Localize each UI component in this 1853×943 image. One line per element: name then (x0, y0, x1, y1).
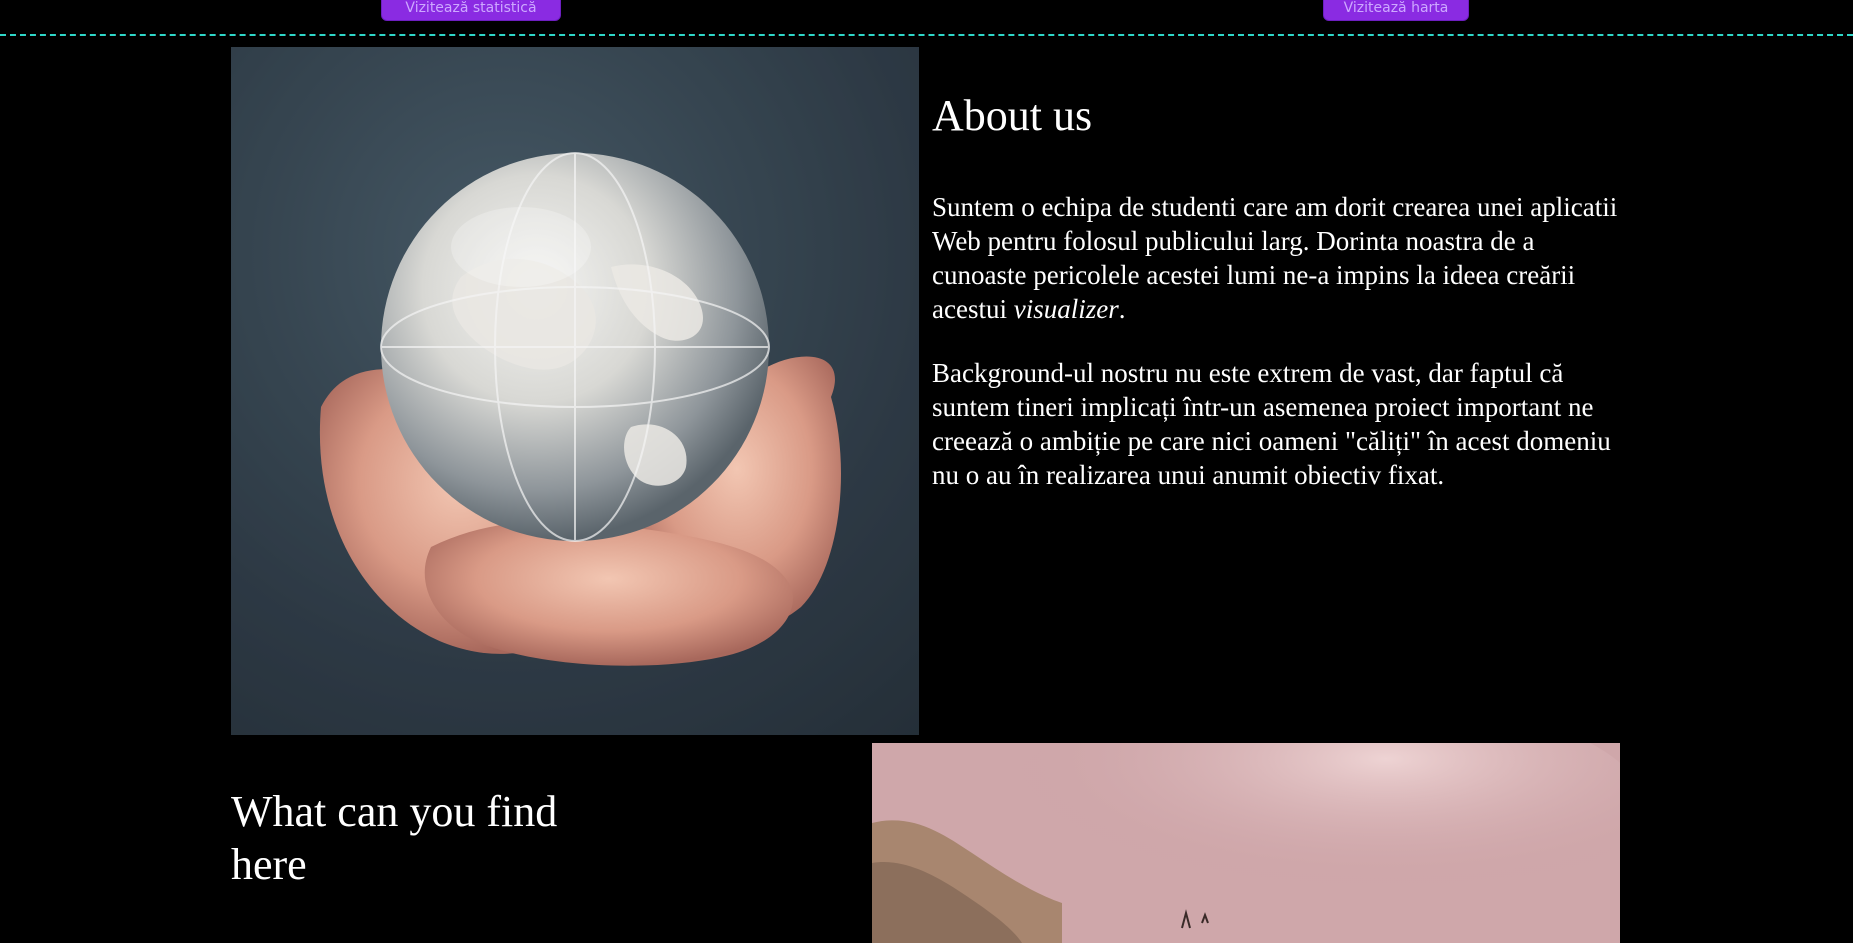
about-paragraph-1: Suntem o echipa de studenti care am dori… (932, 190, 1622, 326)
about-paragraph-2: Background-ul nostru nu este extrem de v… (932, 358, 1611, 490)
globe-in-hands-image (231, 47, 919, 735)
visit-statistics-button[interactable]: Vizitează statistică (381, 0, 561, 21)
section-divider (0, 34, 1853, 36)
visualizer-emphasis: visualizer (1013, 294, 1119, 324)
pink-smoke-image (872, 743, 1620, 943)
about-paragraph-1-end: . (1118, 294, 1126, 324)
visit-map-button[interactable]: Vizitează harta (1323, 0, 1469, 21)
what-can-you-find-heading: What can you find here (231, 787, 558, 889)
about-us-heading: About us (932, 91, 1093, 140)
